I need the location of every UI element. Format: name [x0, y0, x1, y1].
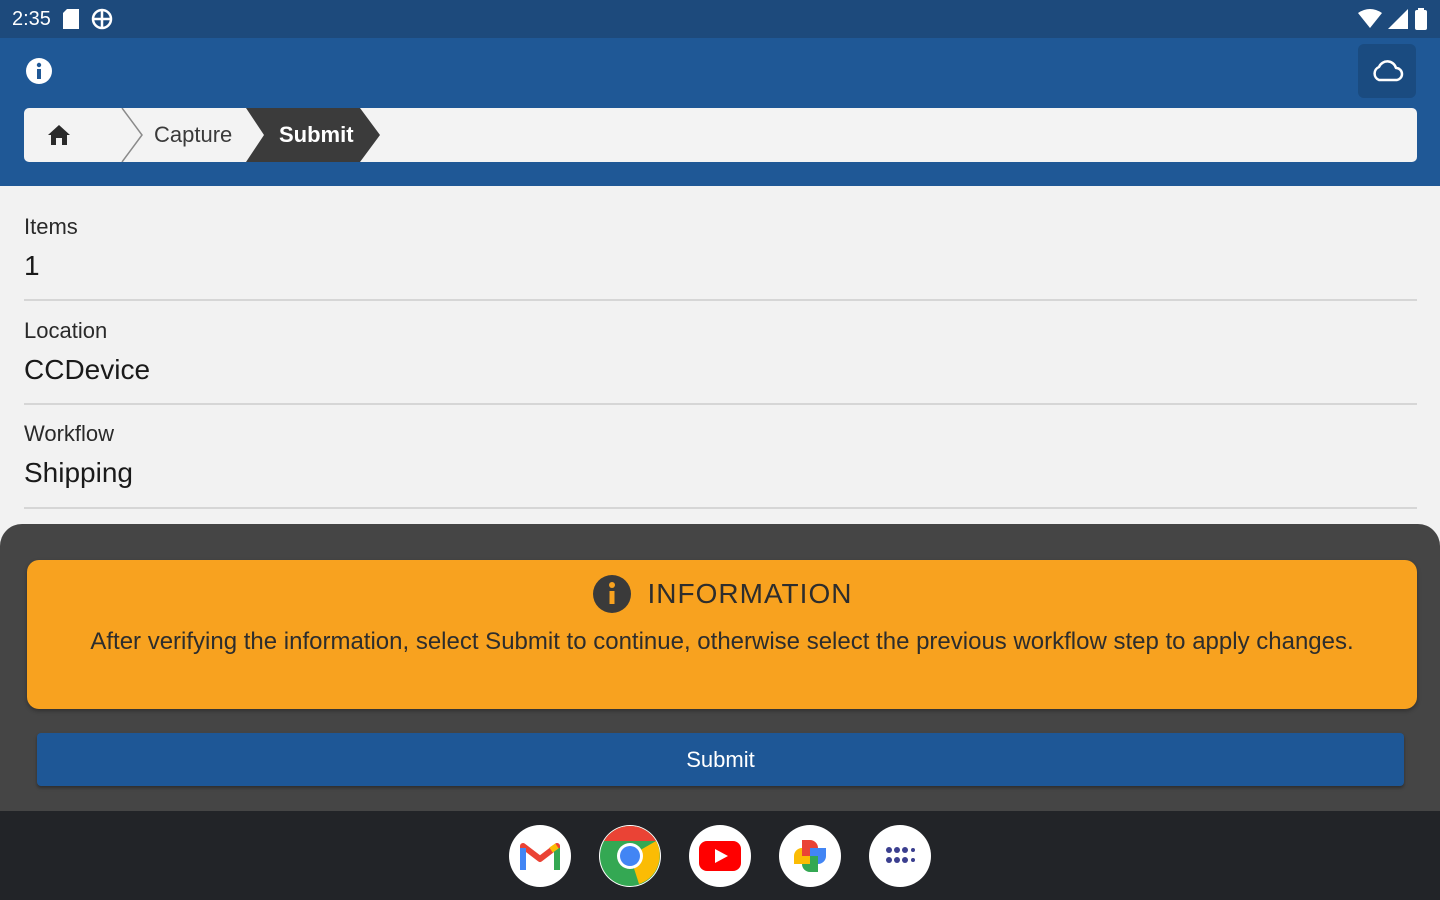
vpn-globe-icon	[91, 8, 113, 30]
breadcrumb-submit[interactable]: Submit	[279, 108, 354, 162]
gmail-icon[interactable]	[509, 825, 571, 887]
youtube-icon[interactable]	[689, 825, 751, 887]
information-message: After verifying the information, select …	[90, 628, 1354, 655]
field-value: CCDevice	[24, 354, 151, 385]
info-icon	[26, 58, 52, 84]
photos-icon[interactable]	[779, 825, 841, 887]
status-time: 2:35	[12, 7, 51, 30]
field-label: Location	[24, 318, 108, 343]
breadcrumb-capture[interactable]: Capture	[154, 108, 232, 162]
information-card: INFORMATION After verifying the informat…	[27, 560, 1417, 709]
chrome-icon[interactable]	[599, 825, 661, 887]
submit-button[interactable]: Submit	[37, 733, 1404, 786]
info-button[interactable]	[24, 56, 54, 86]
chevron-right-icon	[121, 108, 143, 162]
app-bar: Capture Submit	[0, 38, 1440, 186]
battery-icon	[1415, 8, 1427, 30]
field-workflow: Workflow Shipping	[24, 421, 1417, 509]
info-icon	[592, 575, 631, 613]
field-label: Workflow	[24, 421, 115, 446]
field-label: Items	[24, 214, 78, 239]
cloud-icon	[1373, 60, 1404, 82]
status-bar: 2:35	[0, 0, 1440, 38]
sd-card-icon	[62, 9, 79, 29]
field-value: 1	[24, 250, 40, 281]
bottom-sheet: INFORMATION After verifying the informat…	[0, 524, 1440, 814]
home-icon	[48, 125, 70, 145]
wifi-icon	[1358, 9, 1382, 28]
app-drawer-icon[interactable]	[869, 825, 931, 887]
information-title: INFORMATION	[647, 578, 853, 609]
field-items: Items 1	[24, 214, 1417, 301]
sync-button[interactable]	[1358, 44, 1416, 98]
app-dock	[0, 811, 1440, 900]
field-location: Location CCDevice	[24, 318, 1417, 405]
field-value: Shipping	[24, 457, 133, 488]
breadcrumb: Capture Submit	[24, 108, 1417, 162]
signal-icon	[1388, 9, 1408, 29]
breadcrumb-home[interactable]	[46, 122, 72, 148]
